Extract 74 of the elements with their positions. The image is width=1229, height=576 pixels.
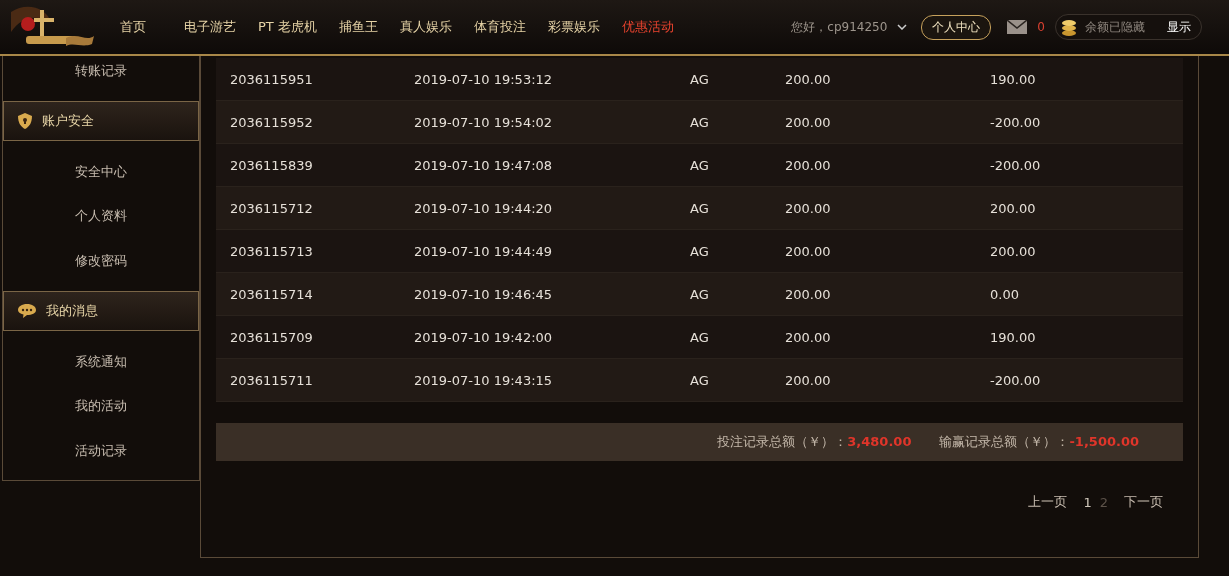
nav-link[interactable]: 彩票娱乐 (547, 18, 600, 36)
table-cell-text: AG (690, 200, 710, 216)
table-cell: 200.00 (990, 243, 1036, 259)
table-cell-text: 2019-07-10 19:42:00 (414, 329, 554, 345)
chat-icon (18, 303, 36, 318)
table-cell-text: 200.00 (785, 200, 832, 216)
show-button[interactable]: 显示 (1167, 18, 1191, 36)
table-cell-text: 200.00 (785, 286, 832, 302)
nav-link[interactable]: 优惠活动 (621, 18, 674, 36)
table-cell: -200.00 (990, 372, 1041, 388)
table-cell-text: 2036115712 (230, 200, 314, 216)
sidebar-group[interactable]: 账户安全 (3, 101, 199, 141)
table-cell-text: 200.00 (785, 114, 832, 130)
table-cell: 190.00 (990, 71, 1036, 87)
sidebar-group[interactable]: 我的消息 (3, 291, 199, 331)
table-cell-text: 2019-07-10 19:53:12 (414, 71, 554, 87)
table-cell-text: 2036115951 (230, 71, 314, 87)
sidebar-item[interactable]: 安全中心 (3, 148, 199, 202)
nav-link[interactable]: 首页 (120, 18, 146, 36)
table-cell: -200.00 (990, 114, 1041, 130)
table-cell-text: 2019-07-10 19:44:49 (414, 243, 554, 259)
group-label: 我的消息 (46, 301, 98, 320)
table-cell-text: 200.00 (785, 372, 832, 388)
table-cell-text: 2036115711 (230, 372, 314, 388)
personal-center-button[interactable]: 个人中心 (921, 14, 992, 40)
table-cell-text: AG (690, 71, 710, 87)
table-cell-text: 2019-07-10 19:46:45 (414, 286, 554, 302)
table-cell-text: 2036115952 (230, 114, 314, 130)
table-cell-text: AG (690, 286, 710, 302)
summary-total: 输赢记录总额（￥）：-1,500.00 (939, 433, 1139, 451)
table-cell-text: 2019-07-10 19:44:20 (414, 200, 554, 216)
table-cell-text: AG (690, 372, 710, 388)
nav-link[interactable]: 电子游艺 (184, 18, 236, 36)
table-cell-text: 2019-07-10 19:47:08 (414, 157, 554, 173)
table-cell: 200.00 (990, 200, 1036, 216)
nav-link[interactable]: 捕鱼王 (338, 18, 378, 36)
table-cell-text: 2019-07-10 19:43:15 (414, 372, 554, 388)
table-cell: 0.00 (990, 286, 1019, 302)
table-cell-text: 200.00 (785, 243, 832, 259)
table-cell-text: 2036115709 (230, 329, 314, 345)
sidebar-item[interactable]: 系统通知 (3, 338, 199, 392)
nav-link[interactable]: 真人娱乐 (399, 18, 452, 36)
group-label: 账户安全 (42, 112, 94, 131)
page-number[interactable]: 1 (1083, 494, 1092, 510)
table-cell: -200.00 (990, 157, 1041, 173)
prev-page-link[interactable]: 上一页 (1028, 493, 1068, 511)
table-cell-text: 2036115839 (230, 157, 314, 173)
message-count: 0 (1037, 20, 1045, 34)
sidebar-item[interactable]: 修改密码 (3, 245, 199, 291)
next-page-link[interactable]: 下一页 (1124, 493, 1163, 511)
nav-link[interactable]: 体育投注 (473, 18, 526, 36)
table-cell-text: AG (690, 114, 710, 130)
table-cell-text: 200.00 (785, 71, 832, 87)
chevron-down-icon[interactable] (897, 24, 908, 30)
table-cell: 190.00 (990, 329, 1036, 345)
sidebar-item[interactable]: 活动记录 (3, 435, 199, 480)
mail-icon[interactable] (1007, 20, 1028, 34)
table-cell-text: 200.00 (785, 329, 832, 345)
table-cell-text: 2036115714 (230, 286, 314, 302)
sidebar-item[interactable]: 个人资料 (3, 201, 199, 246)
coins-icon (1059, 17, 1079, 37)
table-cell-text: AG (690, 329, 710, 345)
nav-link[interactable]: PT 老虎机 (258, 18, 317, 36)
sidebar-item[interactable]: 我的活动 (3, 391, 199, 436)
table-cell-text: 2036115713 (230, 243, 314, 259)
shield-icon (18, 113, 32, 130)
table-cell-text: AG (690, 157, 710, 173)
sidebar-item[interactable]: 转账记录 (3, 56, 199, 101)
balance-text: 余额已隐藏 (1085, 18, 1145, 36)
table-cell-text: AG (690, 243, 710, 259)
table-cell-text: 200.00 (785, 157, 832, 173)
user-greeting[interactable]: 您好，cp914250 (791, 18, 888, 36)
summary-total: 投注记录总额（￥）：3,480.00 (717, 433, 912, 451)
table-cell-text: 2019-07-10 19:54:02 (414, 114, 554, 130)
